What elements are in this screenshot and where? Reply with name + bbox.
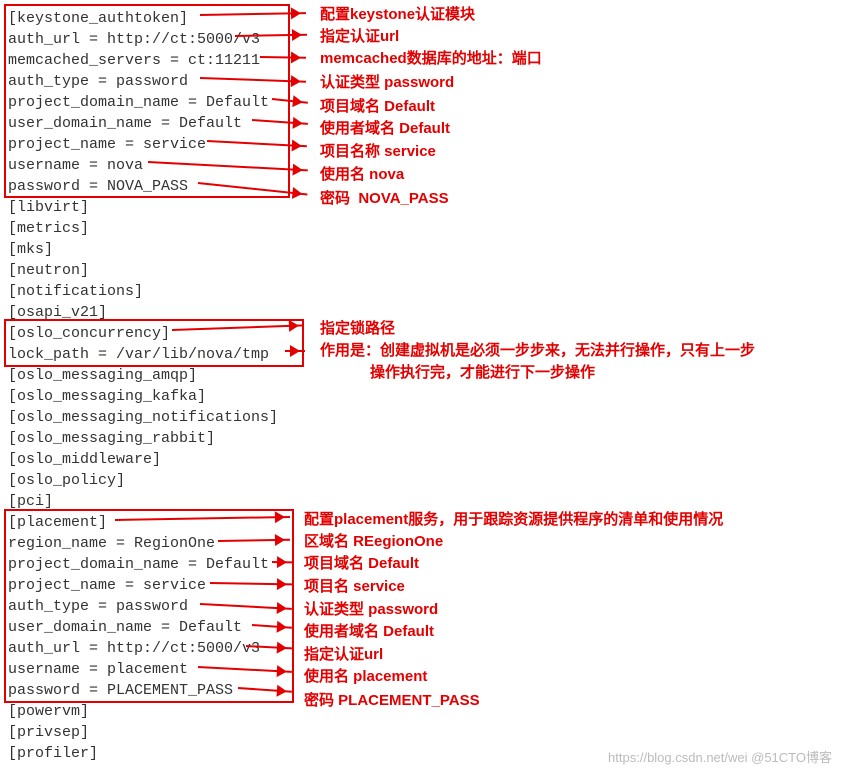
annotation-label: 项目域名 Default — [304, 553, 419, 574]
arrow-icon — [272, 561, 292, 563]
annotation-label: 指定认证url — [304, 644, 383, 665]
config-line: [oslo_messaging_rabbit] — [8, 428, 834, 449]
config-line: [privsep] — [8, 722, 834, 743]
annotation-label: 项目名称 service — [320, 141, 436, 162]
annotation-label: 密码 NOVA_PASS — [320, 188, 449, 209]
config-line: [osapi_v21] — [8, 302, 834, 323]
config-line: [oslo_policy] — [8, 470, 834, 491]
annotation-label: 使用名 nova — [320, 164, 404, 185]
annotation-label: 配置placement服务，用于跟踪资源提供程序的清单和使用情况 — [304, 509, 723, 530]
annotation-label: 区域名 REegionOne — [304, 531, 443, 552]
annotation-label: 项目域名 Default — [320, 96, 435, 117]
annotation-label: 认证类型 password — [304, 599, 438, 620]
config-line: project_name = service — [8, 575, 834, 596]
config-line: project_domain_name = Default — [8, 554, 834, 575]
annotation-label: 密码 PLACEMENT_PASS — [304, 690, 480, 711]
watermark: https://blog.csdn.net/wei @51CTO博客 — [608, 747, 832, 768]
annotation-label: 指定认证url — [320, 26, 399, 47]
annotation-label: 作用是：创建虚拟机是必须一步步来，无法并行操作，只有上一步 — [320, 340, 755, 361]
config-line: [metrics] — [8, 218, 834, 239]
annotation-label: 使用者域名 Default — [320, 118, 450, 139]
config-line: [oslo_messaging_kafka] — [8, 386, 834, 407]
config-line: [neutron] — [8, 260, 834, 281]
config-line: [notifications] — [8, 281, 834, 302]
annotation-label: memcached数据库的地址：端口 — [320, 48, 542, 69]
annotation-label: 配置keystone认证模块 — [320, 4, 475, 25]
arrow-icon — [285, 350, 305, 352]
config-line: [oslo_middleware] — [8, 449, 834, 470]
config-line: [mks] — [8, 239, 834, 260]
annotation-label: 认证类型 password — [320, 72, 454, 93]
annotation-label: 操作执行完，才能进行下一步操作 — [370, 362, 595, 383]
config-line: [oslo_messaging_notifications] — [8, 407, 834, 428]
annotation-label: 指定锁路径 — [320, 318, 395, 339]
config-line: auth_url = http://ct:5000/v3 — [8, 29, 834, 50]
annotation-label: 使用名 placement — [304, 666, 427, 687]
annotation-label: 项目名 service — [304, 576, 405, 597]
annotation-label: 使用者域名 Default — [304, 621, 434, 642]
